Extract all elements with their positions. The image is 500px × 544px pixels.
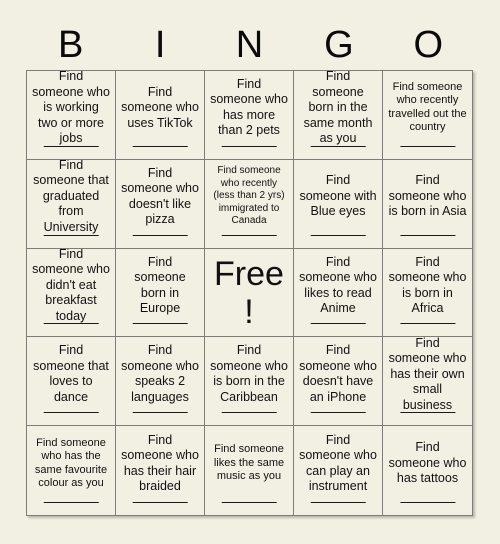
bingo-cell-signature-line [43,502,99,503]
bingo-cell[interactable]: Find someone with Blue eyes [294,159,383,249]
bingo-cell-text: Find someone who has tattoos [388,440,467,486]
bingo-cell-signature-line [399,412,456,414]
bingo-cell-text: Find someone who doesn't have an iPhone [299,343,377,404]
bingo-cell-text: Find someone who likes to read Anime [299,254,377,316]
bingo-cell-text: Free! [214,254,284,331]
bingo-cell[interactable]: Find someone who can play an instrument [294,426,383,515]
bingo-cell-text: Find someone who has their own small bus… [388,337,467,412]
bingo-cell-signature-line [221,502,277,503]
header-letter-b: B [58,24,84,66]
bingo-cell[interactable]: Find someone who speaks 2 languages [116,337,205,427]
bingo-cell-text: Find someone who has the same favourite … [34,436,108,490]
bingo-cell-signature-line [310,234,366,236]
header-letter-o: O [413,24,444,66]
bingo-cell[interactable]: Find someone who is born in Asia [383,160,472,249]
bingo-cell-signature-line [132,502,188,503]
bingo-cell[interactable]: Find someone born in the same month as y… [294,71,383,160]
bingo-cell[interactable]: Find someone that loves to dance [27,337,116,427]
bingo-cell-signature-line [43,234,99,236]
bingo-cell-text: Find someone that loves to dance [33,343,109,404]
header-letter-g: G [324,24,354,66]
bingo-cell-signature-line [399,145,456,147]
bingo-cell-signature-line [221,412,277,414]
bingo-cell[interactable]: Find someone born in Europe [116,248,205,338]
bingo-cell-text: Find someone born in the same month as y… [303,71,373,146]
bingo-cell[interactable]: Find someone who uses TikTok [116,71,205,160]
bingo-cell-free[interactable]: Free! [205,248,294,338]
bingo-cell[interactable]: Find someone who likes to read Anime [294,248,383,338]
bingo-cell[interactable]: Find someone that graduated from Univers… [27,159,116,249]
bingo-cell-signature-line [132,145,188,147]
bingo-cell-text: Find someone who doesn't like pizza [121,165,199,227]
bingo-cell-signature-line [43,145,99,147]
bingo-grid: Find someone who is working two or more … [26,70,473,516]
bingo-cell-text: Find someone who is born in the Caribbea… [210,343,288,404]
bingo-cell[interactable]: Find someone who has their own small bus… [383,337,472,427]
bingo-cell-signature-line [43,412,99,414]
bingo-cell-text: Find someone who has more than 2 pets [210,76,288,138]
bingo-cell[interactable]: Find someone who is born in the Caribbea… [205,337,294,427]
bingo-cell-text: Find someone who didn't eat breakfast to… [32,248,110,323]
bingo-header: B I N G O [26,22,473,68]
bingo-cell-text: Find someone that graduated from Univers… [33,159,109,234]
bingo-cell-signature-line [310,323,366,325]
bingo-cell-signature-line [221,145,277,147]
bingo-cell-signature-line [399,323,456,325]
bingo-cell-text: Find someone born in Europe [134,254,186,316]
bingo-cell-signature-line [310,502,366,503]
bingo-cell-signature-line [399,234,456,236]
bingo-cell[interactable]: Find someone who recently travelled out … [383,71,472,160]
bingo-cell[interactable]: Find someone who has more than 2 pets [205,71,294,160]
bingo-cell-text: Find someone who recently travelled out … [388,80,467,134]
bingo-cell[interactable]: Find someone who didn't eat breakfast to… [27,248,116,338]
bingo-cell-text: Find someone who is born in Asia [388,173,467,219]
header-letter-i: I [154,24,166,66]
bingo-card: B I N G O Find someone who is working tw… [0,0,500,544]
bingo-cell-signature-line [310,412,366,414]
bingo-cell-text: Find someone who recently (less than 2 y… [213,165,285,227]
bingo-cell-text: Find someone with Blue eyes [299,173,377,219]
bingo-cell-text: Find someone who is working two or more … [32,71,110,146]
bingo-cell[interactable]: Find someone who doesn't like pizza [116,159,205,249]
bingo-cell-signature-line [132,234,188,236]
bingo-cell-text: Find someone who has their hair braided [121,432,199,494]
bingo-cell[interactable]: Find someone who is born in Africa [383,249,472,338]
bingo-cell-signature-line [132,323,188,325]
bingo-cell[interactable]: Find someone who doesn't have an iPhone [294,337,383,427]
bingo-cell-text: Find someone who uses TikTok [121,84,199,130]
bingo-cell-signature-line [43,323,99,325]
bingo-cell-text: Find someone who speaks 2 languages [121,343,199,404]
bingo-cell-signature-line [310,145,366,147]
bingo-cell-signature-line [221,234,277,236]
bingo-cell-text: Find someone who is born in Africa [388,254,467,316]
bingo-cell-text: Find someone likes the same music as you [213,443,285,483]
bingo-cell[interactable]: Find someone who is working two or more … [27,71,116,160]
bingo-cell[interactable]: Find someone likes the same music as you [205,426,294,515]
header-letter-n: N [235,24,264,66]
bingo-cell-text: Find someone who can play an instrument [299,432,377,494]
bingo-cell-signature-line [399,502,456,503]
bingo-cell[interactable]: Find someone who has the same favourite … [27,426,116,515]
bingo-cell[interactable]: Find someone who recently (less than 2 y… [205,159,294,249]
bingo-cell[interactable]: Find someone who has their hair braided [116,426,205,515]
bingo-cell-signature-line [132,412,188,414]
bingo-cell[interactable]: Find someone who has tattoos [383,426,472,515]
